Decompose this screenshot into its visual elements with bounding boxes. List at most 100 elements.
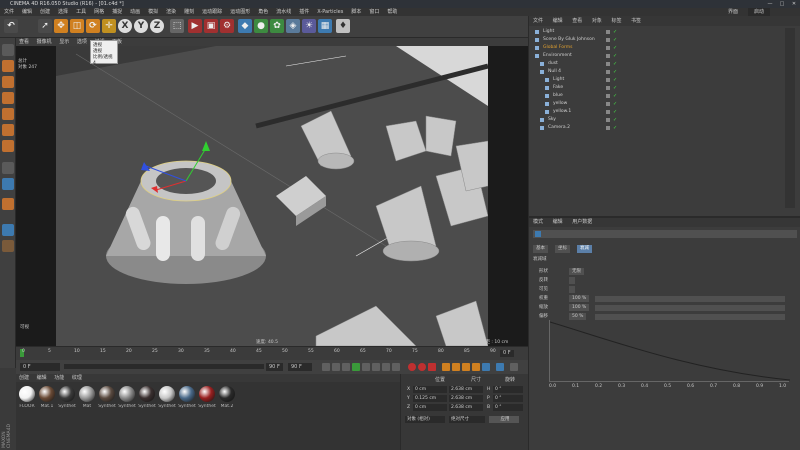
rotate-icon[interactable]: ⟳ [86,19,100,33]
rotation-key-icon[interactable] [462,363,470,371]
tab-coordinates[interactable]: 坐标 [555,245,570,253]
enabled-check-icon[interactable]: ✓ [613,76,617,84]
visibility-dots-icon[interactable] [606,110,610,114]
close-button[interactable]: ✕ [788,0,800,8]
attr-menu-edit[interactable]: 编辑 [553,219,563,225]
position-field[interactable]: 0.125 cm [413,395,447,402]
point-level-key-icon[interactable] [482,363,490,371]
falloff-graph[interactable] [549,320,791,382]
timeline[interactable]: 0 5 10 15 20 25 30 35 40 45 50 55 60 65 70 75 80 85 90 0 F [16,346,528,360]
object-name[interactable]: yellow [553,100,567,108]
next-frame-icon[interactable] [362,363,370,371]
scale-key-icon[interactable] [452,363,460,371]
tab-falloff[interactable]: 衰减 [577,245,592,253]
object-row[interactable]: dust ✓ [533,60,797,68]
menu-item[interactable]: 运动跟踪 [202,9,222,15]
render-view-icon[interactable]: ▶ [188,19,202,33]
visibility-dots-icon[interactable] [606,94,610,98]
menu-item[interactable]: 工具 [76,9,86,15]
points-mode-icon[interactable] [2,108,14,120]
rotation-field[interactable]: 0 ° [493,395,523,402]
lock-icon[interactable] [2,240,14,252]
material-menu-edit[interactable]: 编辑 [37,375,47,381]
scheme-icon[interactable] [496,363,504,371]
attr-value-field[interactable]: 100 % [569,295,590,302]
material-menu-function[interactable]: 功能 [54,375,64,381]
rotation-field[interactable]: 0 ° [493,404,523,411]
menu-item[interactable]: 文件 [4,9,14,15]
object-row[interactable]: Null 4 ✓ [533,68,797,76]
menu-item[interactable]: 脚本 [351,9,361,15]
axis-mode-icon[interactable] [2,162,14,174]
menu-item[interactable]: 窗口 [369,9,379,15]
enabled-check-icon[interactable]: ✓ [613,60,617,68]
play-icon[interactable] [352,363,360,371]
menu-item[interactable]: X-Particles [317,9,343,15]
position-field[interactable]: 0 cm [413,404,447,411]
enabled-check-icon[interactable]: ✓ [613,28,617,36]
previous-frame-icon[interactable] [342,363,350,371]
apply-button[interactable]: 应用 [489,416,519,423]
object-row[interactable]: yellow ✓ [533,100,797,108]
previous-key-icon[interactable] [332,363,340,371]
coord-mode-select[interactable]: 对象 (相对) [405,416,445,423]
object-name[interactable]: Null 4 [548,68,561,76]
tab-basic[interactable]: 基本 [533,245,548,253]
visibility-dots-icon[interactable] [606,126,610,130]
visibility-dots-icon[interactable] [606,38,610,42]
object-name[interactable]: Light [543,28,554,36]
object-name[interactable]: blue [553,92,563,100]
subdivision-icon[interactable]: ● [254,19,268,33]
visibility-dots-icon[interactable] [606,86,610,90]
end-frame-field[interactable]: 0 F [500,350,514,357]
light-icon[interactable]: ♦ [336,19,350,33]
enabled-check-icon[interactable]: ✓ [613,100,617,108]
menu-item[interactable]: 插件 [299,9,309,15]
array-icon[interactable]: ✿ [270,19,284,33]
object-row[interactable]: yellow.1 ✓ [533,108,797,116]
cube-icon[interactable]: ◆ [238,19,252,33]
object-name[interactable]: Sky [548,116,556,124]
material-swatch[interactable]: Synthet [138,386,156,409]
object-menu-bookmarks[interactable]: 书签 [631,18,641,24]
enabled-check-icon[interactable]: ✓ [613,116,617,124]
end-frame-range-field[interactable]: 90 F [266,363,283,371]
visibility-dots-icon[interactable] [606,118,610,122]
object-name[interactable]: Camera.2 [548,124,570,132]
object-row[interactable]: Camera.2 ✓ [533,124,797,132]
preview-range-slider[interactable] [64,364,264,369]
attr-value-field[interactable] [569,277,575,284]
material-swatch[interactable]: Synthet [198,386,216,409]
enabled-check-icon[interactable]: ✓ [613,44,617,52]
position-field[interactable]: 0 cm [413,386,447,393]
material-swatch[interactable]: FLOOR [18,386,36,409]
viewport[interactable]: 总计 对象 247 可视 速度: 40.5 网格间距: 10 cm [16,46,528,346]
menu-item[interactable]: 角色 [258,9,268,15]
object-name[interactable]: Fake [553,84,563,92]
menu-item[interactable]: 运动图形 [230,9,250,15]
object-scrollbar[interactable] [785,28,795,208]
attr-slider[interactable] [595,305,785,311]
enabled-check-icon[interactable]: ✓ [613,84,617,92]
enabled-check-icon[interactable]: ✓ [613,124,617,132]
timeline-menu-icon[interactable] [510,363,518,371]
scale-icon[interactable]: ◫ [70,19,84,33]
z-axis-button[interactable]: Z [150,19,164,33]
attr-slider[interactable] [595,296,785,302]
object-name[interactable]: Global Forms [543,44,572,52]
autokey-icon[interactable] [418,363,426,371]
menu-item[interactable]: 捕捉 [112,9,122,15]
undo-icon[interactable]: ↶ [4,19,18,33]
menu-item[interactable]: 帮助 [387,9,397,15]
visibility-dots-icon[interactable] [606,46,610,50]
next-key-icon[interactable] [372,363,380,371]
deformer-icon[interactable]: ◈ [286,19,300,33]
record-icon[interactable] [408,363,416,371]
menu-item[interactable]: 网格 [94,9,104,15]
layout-select[interactable]: 启动 [748,8,771,16]
object-name[interactable]: Environment [543,52,572,60]
size-field[interactable]: 2.638 cm [449,404,483,411]
camera-icon[interactable]: ▦ [318,19,332,33]
material-swatch[interactable]: Synthet [98,386,116,409]
workplane-icon[interactable] [2,224,14,236]
